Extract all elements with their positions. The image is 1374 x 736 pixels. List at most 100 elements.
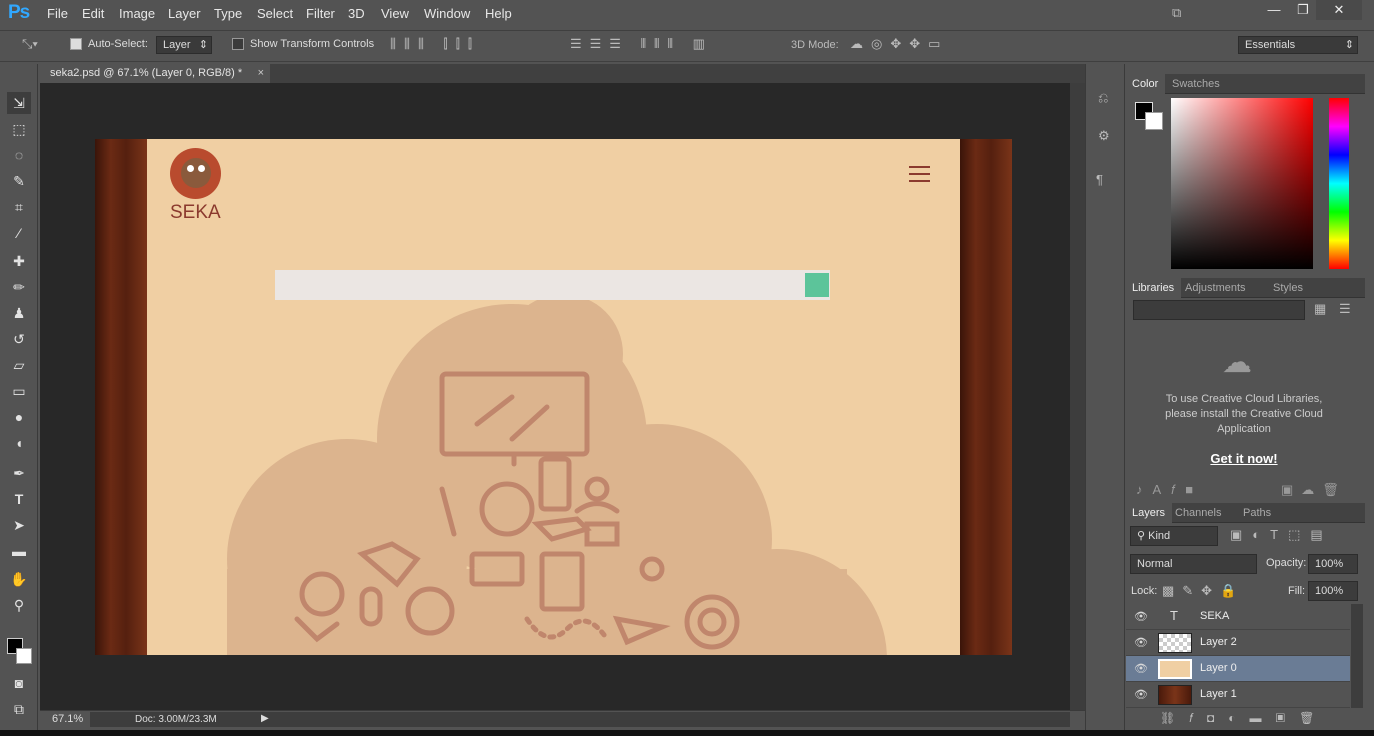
layer-row[interactable]: 👁 Layer 1 — [1126, 682, 1350, 708]
3d-mode-icons[interactable]: ☁◎✥✥▭ — [850, 36, 948, 52]
move-tool-icon[interactable]: ⇲ — [7, 92, 31, 114]
close-button[interactable]: ✕ — [1316, 0, 1362, 20]
history-brush-icon[interactable]: ↺ — [7, 328, 31, 350]
menu-type[interactable]: Type — [214, 6, 242, 21]
clone-stamp-icon[interactable]: ♟ — [7, 302, 31, 324]
menu-window[interactable]: Window — [424, 6, 470, 21]
quick-select-tool-icon[interactable]: ✎ — [7, 170, 31, 192]
menu-help[interactable]: Help — [485, 6, 512, 21]
properties-panel-icon[interactable]: ⚙ — [1098, 128, 1110, 144]
layer-row[interactable]: 👁 Layer 2 — [1126, 630, 1350, 656]
menu-edit[interactable]: Edit — [82, 6, 104, 21]
hand-tool-icon[interactable]: ✋ — [7, 568, 31, 590]
seka-logo-avatar[interactable] — [170, 148, 221, 199]
layer-thumbnail — [1158, 659, 1192, 679]
hamburger-menu-icon[interactable] — [909, 166, 930, 182]
document-tab-title: seka2.psd @ 67.1% (Layer 0, RGB/8) * — [50, 67, 243, 79]
lock-icons[interactable]: ▩✎✥🔒 — [1162, 583, 1244, 599]
layer-row[interactable]: 👁 T SEKA — [1126, 604, 1350, 630]
crop-tool-icon[interactable]: ⌗ — [7, 196, 31, 218]
pen-tool-icon[interactable]: ✒ — [7, 462, 31, 484]
library-select[interactable] — [1133, 300, 1305, 320]
library-add-icons[interactable]: ♪A𝑓■ — [1136, 482, 1203, 498]
opacity-input[interactable]: 100% — [1308, 554, 1358, 574]
minimize-button[interactable]: — — [1261, 0, 1287, 20]
menu-image[interactable]: Image — [119, 6, 155, 21]
screen-mode-icon[interactable]: ⧉ — [7, 698, 31, 720]
menu-select[interactable]: Select — [257, 6, 293, 21]
list-view-icon[interactable]: ☰ — [1339, 301, 1351, 317]
layer-filter-select[interactable]: ⚲ Kind — [1130, 526, 1218, 546]
history-panel-icon[interactable]: ⎌ — [1098, 90, 1108, 106]
type-tool-icon[interactable]: T — [7, 488, 31, 510]
menu-layer[interactable]: Layer — [168, 6, 201, 21]
tab-layers[interactable]: Layers — [1125, 503, 1173, 523]
layer-filter-icons[interactable]: ▣◐T⬚▤ — [1230, 527, 1333, 543]
library-action-icons[interactable]: ▣☁🗑 — [1281, 482, 1347, 498]
paragraph-panel-icon[interactable]: ¶ — [1096, 172, 1103, 187]
tab-color[interactable]: Color — [1125, 74, 1166, 94]
background-color-swatch[interactable] — [16, 648, 32, 664]
visibility-eye-icon[interactable]: 👁 — [1134, 688, 1148, 701]
visibility-eye-icon[interactable]: 👁 — [1134, 610, 1148, 623]
show-transform-checkbox[interactable] — [232, 38, 244, 50]
zoom-tool-icon[interactable]: ⚲ — [7, 594, 31, 616]
layer-name: Layer 1 — [1200, 688, 1237, 700]
brush-tool-icon[interactable]: ✏ — [7, 276, 31, 298]
hue-slider[interactable] — [1329, 98, 1349, 269]
document-canvas[interactable]: SEKA — [95, 139, 1012, 655]
site-search-input[interactable] — [275, 270, 830, 300]
layer-action-icons[interactable]: ⛓𝑓◘◐▬▣🗑 — [1160, 711, 1328, 726]
rectangle-tool-icon[interactable]: ▬ — [7, 540, 31, 562]
close-tab-icon[interactable]: × — [258, 64, 264, 83]
quick-mask-icon[interactable]: ◙ — [7, 672, 31, 694]
blend-mode-select[interactable]: Normal — [1130, 554, 1257, 574]
auto-select-checkbox[interactable] — [70, 38, 82, 50]
layer-thumbnail — [1158, 633, 1192, 653]
horizontal-scrollbar[interactable] — [90, 712, 1070, 727]
window-restore-icon[interactable]: ⧉ — [1172, 5, 1181, 21]
eyedropper-tool-icon[interactable]: ⁄ — [7, 222, 31, 244]
distribute-icons[interactable]: ☰☰☰ ⫴⫴⫴ ▥ — [570, 36, 713, 52]
cloud-illustration — [227, 294, 887, 655]
color-field[interactable] — [1171, 98, 1313, 269]
path-select-tool-icon[interactable]: ➤ — [7, 514, 31, 536]
tab-adjustments[interactable]: Adjustments — [1178, 278, 1253, 298]
tab-channels[interactable]: Channels — [1168, 503, 1228, 523]
healing-brush-icon[interactable]: ✚ — [7, 250, 31, 272]
tab-styles[interactable]: Styles — [1266, 278, 1310, 298]
visibility-eye-icon[interactable]: 👁 — [1134, 636, 1148, 649]
libraries-message: To use Creative Cloud Libraries, please … — [1165, 393, 1323, 435]
visibility-eye-icon[interactable]: 👁 — [1134, 662, 1148, 675]
dodge-tool-icon[interactable]: ◖ — [7, 432, 31, 454]
eraser-tool-icon[interactable]: ▱ — [7, 354, 31, 376]
zoom-level[interactable]: 67.1% — [52, 713, 83, 725]
align-icons[interactable]: ⫼⫼⫼ ⫿⫿⫿ — [390, 36, 480, 52]
maximize-button[interactable]: ❐ — [1290, 0, 1316, 20]
menu-3d[interactable]: 3D — [348, 6, 365, 21]
menu-file[interactable]: File — [47, 6, 68, 21]
auto-select-target-select[interactable]: Layer ⇕ — [156, 36, 212, 54]
tab-swatches[interactable]: Swatches — [1165, 74, 1227, 94]
gradient-tool-icon[interactable]: ▭ — [7, 380, 31, 402]
menu-view[interactable]: View — [381, 6, 409, 21]
move-tool-icon[interactable]: ⤡▾ — [22, 36, 38, 52]
workspace-value: Essentials — [1245, 39, 1296, 51]
status-menu-arrow-icon[interactable]: ▶ — [261, 713, 269, 724]
marquee-tool-icon[interactable]: ⬚ — [7, 118, 31, 140]
layer-row[interactable]: 👁 Layer 0 — [1126, 656, 1350, 682]
menu-filter[interactable]: Filter — [306, 6, 335, 21]
tab-paths[interactable]: Paths — [1236, 503, 1278, 523]
lasso-tool-icon[interactable]: ◌ — [7, 144, 31, 166]
site-search-button[interactable] — [805, 273, 829, 297]
color-background-swatch[interactable] — [1145, 112, 1163, 130]
grid-view-icon[interactable]: ▦ — [1314, 301, 1326, 317]
document-tab[interactable]: seka2.psd @ 67.1% (Layer 0, RGB/8) * × — [40, 64, 270, 83]
vertical-scrollbar[interactable] — [1070, 83, 1085, 710]
blur-tool-icon[interactable]: ● — [7, 406, 31, 428]
layers-scrollbar[interactable] — [1351, 604, 1363, 708]
fill-input[interactable]: 100% — [1308, 581, 1358, 601]
workspace-select[interactable]: Essentials ⇕ — [1238, 36, 1358, 54]
tab-libraries[interactable]: Libraries — [1125, 278, 1182, 298]
get-it-now-link[interactable]: Get it now! — [1158, 451, 1330, 466]
